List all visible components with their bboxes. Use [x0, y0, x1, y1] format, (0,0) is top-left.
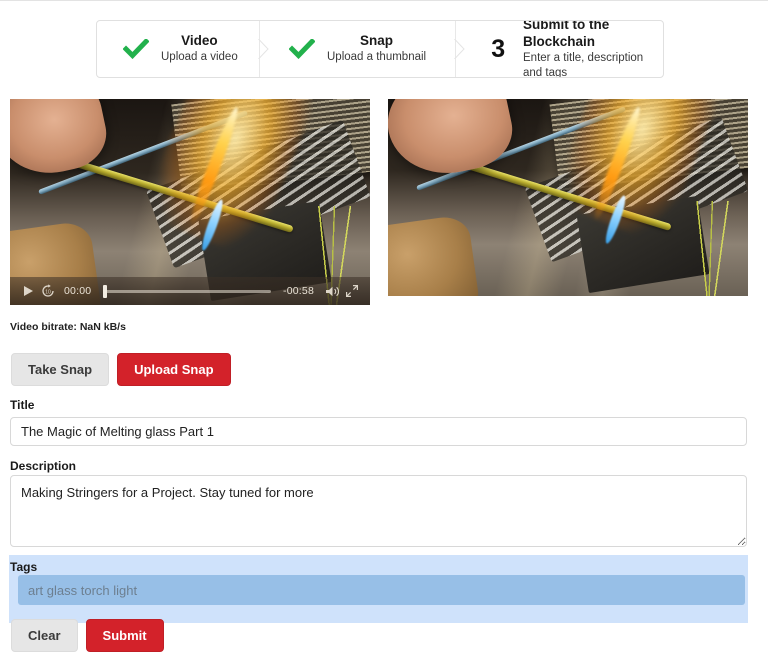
- video-bitrate-status: Video bitrate: NaN kB/s: [10, 321, 126, 333]
- video-frame-image: [10, 99, 370, 305]
- step-video-text: Video Upload a video: [153, 33, 238, 66]
- step-submit-title: Submit to the Blockchain: [523, 20, 610, 49]
- scrubber-handle[interactable]: [103, 284, 108, 298]
- step-submit-status: 3: [481, 34, 515, 63]
- step-snap-subtitle: Upload a thumbnail: [327, 51, 427, 64]
- media-preview-row: 10 00:00 -00:58: [10, 99, 758, 306]
- chevron-right-divider-icon: [454, 39, 465, 59]
- snap-thumbnail-preview[interactable]: [388, 99, 748, 296]
- video-controls[interactable]: 10 00:00 -00:58: [10, 277, 370, 305]
- chevron-right-divider-icon: [258, 39, 269, 59]
- stepper-step-snap[interactable]: Snap Upload a thumbnail: [258, 21, 455, 77]
- step-number: 3: [491, 34, 505, 63]
- upload-stepper: Video Upload a video Snap Upload a thumb…: [96, 20, 664, 78]
- video-current-time: 00:00: [64, 285, 92, 297]
- check-icon: [289, 39, 315, 59]
- video-remaining-time: -00:58: [283, 285, 314, 297]
- fullscreen-icon[interactable]: [342, 281, 362, 301]
- description-input[interactable]: [10, 475, 747, 547]
- stepper-step-video[interactable]: Video Upload a video: [97, 21, 259, 77]
- snap-frame-image: [388, 99, 748, 296]
- clear-button[interactable]: Clear: [11, 619, 78, 652]
- upload-snap-button[interactable]: Upload Snap: [117, 353, 231, 386]
- snap-actions: Take Snap Upload Snap: [11, 353, 231, 386]
- stepper-step-submit[interactable]: 3 Submit to the Blockchain Enter a title…: [454, 20, 663, 78]
- video-progress-scrubber[interactable]: [103, 284, 272, 298]
- volume-icon[interactable]: [320, 281, 342, 301]
- description-label: Description: [10, 459, 77, 473]
- video-player[interactable]: 10 00:00 -00:58: [10, 99, 370, 305]
- form-actions: Clear Submit: [11, 619, 164, 652]
- play-icon[interactable]: [18, 281, 38, 301]
- scene-glass-strands: [672, 201, 738, 296]
- submit-button[interactable]: Submit: [85, 619, 164, 652]
- check-icon: [123, 39, 149, 59]
- step-video-title: Video: [181, 32, 218, 48]
- title-label: Title: [10, 398, 35, 412]
- step-snap-text: Snap Upload a thumbnail: [319, 33, 426, 66]
- step-submit-subtitle: Enter a title, description and tags: [523, 52, 644, 78]
- tags-input[interactable]: [18, 575, 745, 605]
- step-submit-text: Submit to the Blockchain Enter a title, …: [515, 20, 663, 78]
- step-snap-title: Snap: [360, 32, 394, 48]
- tags-label: Tags: [10, 560, 38, 574]
- stepper-bar: Video Upload a video Snap Upload a thumb…: [96, 20, 664, 78]
- step-snap-status: [285, 39, 319, 59]
- step-video-status: [119, 39, 153, 59]
- take-snap-button[interactable]: Take Snap: [11, 353, 110, 386]
- rewind-10-icon[interactable]: 10: [38, 281, 58, 301]
- title-input[interactable]: [10, 417, 747, 446]
- svg-text:10: 10: [45, 290, 51, 296]
- step-video-subtitle: Upload a video: [161, 51, 238, 64]
